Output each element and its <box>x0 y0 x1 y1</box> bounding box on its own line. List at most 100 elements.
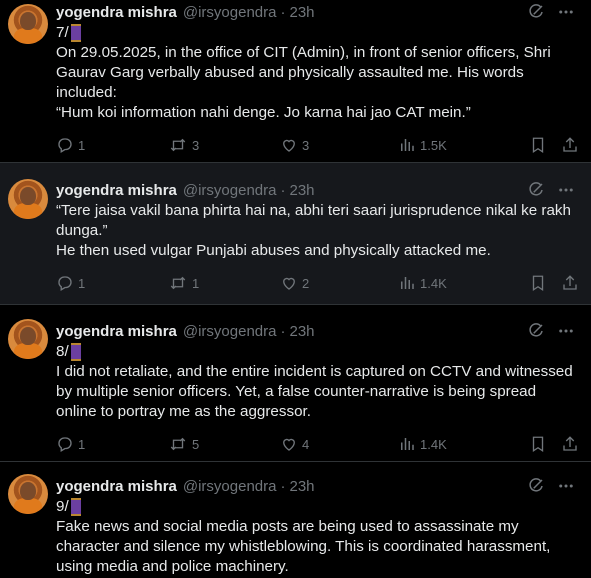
tweet-body: I did not retaliate, and the entire inci… <box>56 363 577 420</box>
reply-button[interactable]: 1 <box>56 274 168 292</box>
tweet-content: yogendra mishra @irsyogendra · 23h 9/ Fa… <box>54 462 579 578</box>
author-name[interactable]: yogendra mishra <box>56 323 177 340</box>
retweet-icon <box>168 274 188 292</box>
author-handle[interactable]: @irsyogendra <box>183 323 277 340</box>
tweet-content: yogendra mishra @irsyogendra · 23h 8/ I … <box>54 305 579 461</box>
tweet-header: yogendra mishra @irsyogendra · 23h <box>56 475 579 497</box>
tweet-body: On 29.05.2025, in the office of CIT (Adm… <box>56 44 551 121</box>
tweet[interactable]: yogendra mishra @irsyogendra · 23h 7/ On… <box>0 0 591 163</box>
tweet-body: “Tere jaisa vakil bana phirta hai na, ab… <box>56 202 571 259</box>
tweet-header: yogendra mishra @irsyogendra · 23h <box>56 179 579 201</box>
views-count: 1.5K <box>420 137 447 153</box>
avatar[interactable] <box>8 179 48 219</box>
more-icon[interactable] <box>557 477 575 495</box>
tweet-header: yogendra mishra @irsyogendra · 23h <box>56 1 579 23</box>
header-actions <box>527 181 579 199</box>
reply-count: 1 <box>78 275 86 291</box>
tweet-header: yogendra mishra @irsyogendra · 23h <box>56 320 579 342</box>
retweet-count: 5 <box>192 436 200 452</box>
views-count: 1.4K <box>420 436 447 452</box>
dot-separator: · <box>280 181 286 199</box>
tweet-text: 7/ On 29.05.2025, in the office of CIT (… <box>56 23 579 123</box>
header-actions <box>527 3 579 21</box>
more-icon[interactable] <box>557 322 575 340</box>
retweet-button[interactable]: 1 <box>168 274 280 292</box>
author-name[interactable]: yogendra mishra <box>56 478 177 495</box>
avatar[interactable] <box>8 4 48 44</box>
retweet-button[interactable]: 5 <box>168 435 280 453</box>
reply-count: 1 <box>78 137 86 153</box>
reply-button[interactable]: 1 <box>56 435 168 453</box>
share-icon[interactable] <box>561 435 579 453</box>
reply-icon <box>56 274 74 292</box>
tweet-text: “Tere jaisa vakil bana phirta hai na, ab… <box>56 201 579 261</box>
avatar-column <box>8 305 54 461</box>
header-actions <box>527 477 579 495</box>
tweet-body: Fake news and social media posts are bei… <box>56 518 555 575</box>
views-button[interactable]: 1.4K <box>398 435 508 453</box>
tweet-text: 8/ I did not retaliate, and the entire i… <box>56 342 579 422</box>
header-actions <box>527 322 579 340</box>
timestamp[interactable]: 23h <box>289 4 314 21</box>
tweet[interactable]: yogendra mishra @irsyogendra · 23h “Tere… <box>0 163 591 305</box>
tweet[interactable]: yogendra mishra @irsyogendra · 23h 8/ I … <box>0 305 591 462</box>
tweet-content: yogendra mishra @irsyogendra · 23h 7/ On… <box>54 0 579 162</box>
thread-number: 7/ <box>56 24 69 41</box>
like-button[interactable]: 2 <box>280 274 398 292</box>
secondary-actions <box>529 435 579 453</box>
like-icon <box>280 435 298 453</box>
like-icon <box>280 136 298 154</box>
reply-count: 1 <box>78 436 86 452</box>
thread-number: 8/ <box>56 343 69 360</box>
retweet-count: 3 <box>192 137 200 153</box>
share-icon[interactable] <box>561 274 579 292</box>
tweet-actions: 1 3 3 1.5K <box>56 135 579 155</box>
author-name[interactable]: yogendra mishra <box>56 182 177 199</box>
tweet-content: yogendra mishra @irsyogendra · 23h “Tere… <box>54 163 579 304</box>
retweet-icon <box>168 136 188 154</box>
timestamp[interactable]: 23h <box>289 182 314 199</box>
grok-icon[interactable] <box>527 3 545 21</box>
timestamp[interactable]: 23h <box>289 478 314 495</box>
grok-icon[interactable] <box>527 322 545 340</box>
grok-icon[interactable] <box>527 181 545 199</box>
grok-icon[interactable] <box>527 477 545 495</box>
dot-separator: · <box>280 3 286 21</box>
like-button[interactable]: 4 <box>280 435 398 453</box>
author-handle[interactable]: @irsyogendra <box>183 4 277 21</box>
thread-spool-icon <box>70 497 82 516</box>
thread-spool-icon <box>70 342 82 361</box>
avatar[interactable] <box>8 319 48 359</box>
views-icon <box>398 274 416 292</box>
reply-icon <box>56 435 74 453</box>
reply-button[interactable]: 1 <box>56 136 168 154</box>
views-button[interactable]: 1.4K <box>398 274 508 292</box>
bookmark-icon[interactable] <box>529 274 547 292</box>
thread-spool-icon <box>70 23 82 42</box>
timestamp[interactable]: 23h <box>289 323 314 340</box>
retweet-icon <box>168 435 188 453</box>
avatar[interactable] <box>8 474 48 514</box>
like-count: 4 <box>302 436 310 452</box>
tweet[interactable]: yogendra mishra @irsyogendra · 23h 9/ Fa… <box>0 462 591 578</box>
secondary-actions <box>529 274 579 292</box>
author-handle[interactable]: @irsyogendra <box>183 478 277 495</box>
share-icon[interactable] <box>561 136 579 154</box>
author-handle[interactable]: @irsyogendra <box>183 182 277 199</box>
reply-icon <box>56 136 74 154</box>
retweet-button[interactable]: 3 <box>168 136 280 154</box>
author-name[interactable]: yogendra mishra <box>56 4 177 21</box>
thread-number: 9/ <box>56 498 69 515</box>
secondary-actions <box>529 136 579 154</box>
bookmark-icon[interactable] <box>529 136 547 154</box>
more-icon[interactable] <box>557 181 575 199</box>
dot-separator: · <box>280 477 286 495</box>
views-icon <box>398 136 416 154</box>
tweet-thread: yogendra mishra @irsyogendra · 23h 7/ On… <box>0 0 591 578</box>
avatar-column <box>8 462 54 578</box>
like-count: 2 <box>302 275 310 291</box>
like-button[interactable]: 3 <box>280 136 398 154</box>
views-button[interactable]: 1.5K <box>398 136 508 154</box>
more-icon[interactable] <box>557 3 575 21</box>
bookmark-icon[interactable] <box>529 435 547 453</box>
